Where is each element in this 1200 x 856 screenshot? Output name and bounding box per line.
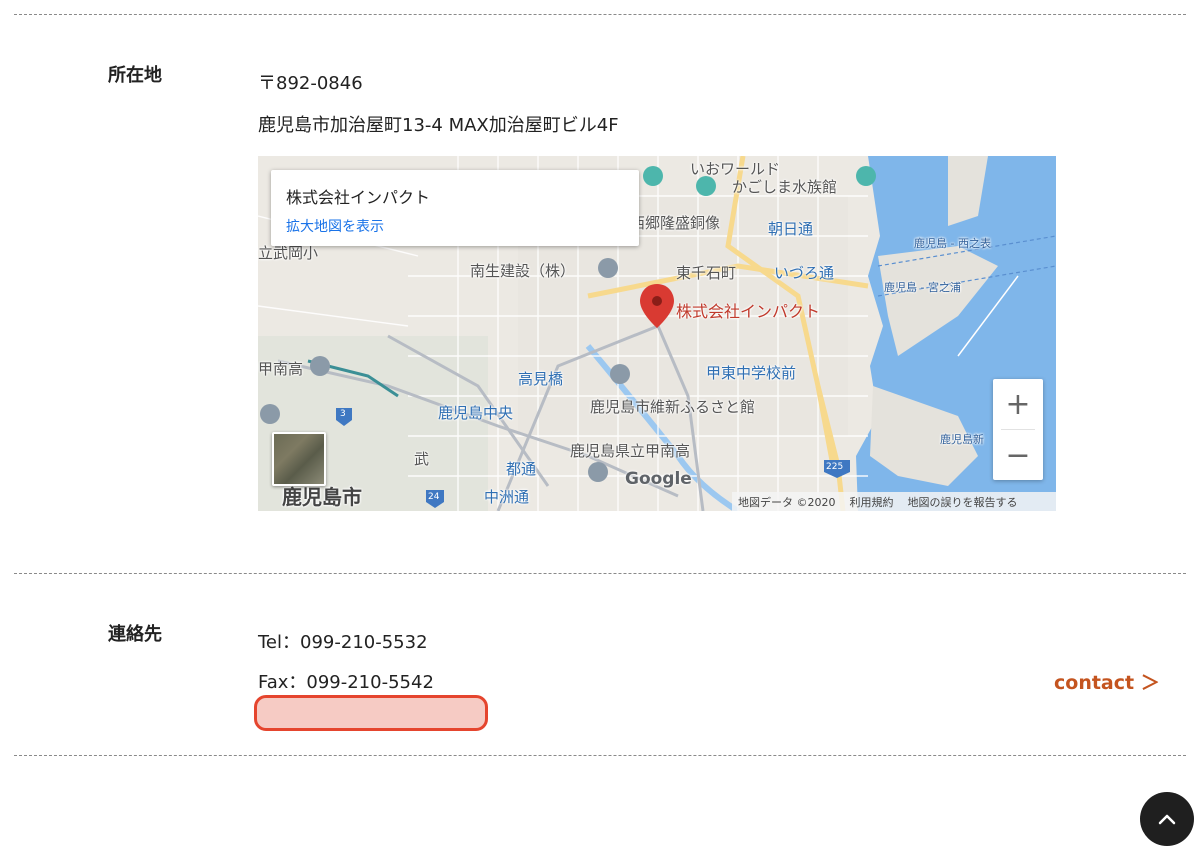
map-label-miyako-dori: 都通 — [506, 460, 537, 478]
map-info-card: 株式会社インパクト 拡大地図を表示 — [271, 170, 639, 246]
address-label: 所在地 — [108, 65, 162, 86]
map-info-title: 株式会社インパクト — [286, 188, 431, 207]
terms-link[interactable]: 利用規約 — [850, 494, 894, 510]
map-attribution-bar: 地図データ ©2020 利用規約 地図の誤りを報告する — [732, 492, 1056, 511]
map-label-kagoshima-shin: 鹿児島新 — [940, 433, 984, 446]
map-label-koto-chugakko: 甲東中学校前 — [706, 364, 797, 382]
map-label-ishin-furusato-kan: 鹿児島市維新ふるさと館 — [590, 398, 756, 416]
contact-link[interactable]: contact ＞ — [1054, 668, 1160, 695]
tel-number: Tel：099-210-5532 — [258, 632, 428, 653]
redacted-field — [254, 695, 488, 731]
company-info-page: 所在地 〒892-0846 鹿児島市加治屋町13-4 MAX加治屋町ビル4F い… — [0, 0, 1200, 856]
map-label-asahi-dori: 朝日通 — [768, 220, 814, 238]
satellite-view-toggle[interactable] — [272, 432, 326, 486]
map-label-aquarium: かごしま水族館 — [732, 178, 838, 196]
map-label-nakasu-dori: 中洲通 — [484, 488, 530, 506]
route-number-24: 24 — [428, 492, 440, 502]
route-number-3: 3 — [340, 409, 346, 419]
view-larger-map-link[interactable]: 拡大地図を表示 — [286, 216, 384, 236]
zoom-in-button[interactable]: + — [993, 379, 1043, 429]
map-data-credit: 地図データ ©2020 — [738, 495, 836, 509]
map-label-take: 武 — [414, 450, 430, 468]
marker-label: 株式会社インパクト — [676, 302, 821, 321]
zoom-controls: + − — [993, 379, 1043, 480]
map-label-konan-high-west: 甲南高 — [258, 360, 304, 378]
back-to-top-button[interactable] — [1140, 792, 1194, 846]
chevron-up-icon — [1158, 814, 1176, 825]
map-label-takamibashi: 高見橋 — [518, 370, 564, 388]
contact-label: 連絡先 — [108, 624, 162, 645]
map-label-nansei-kensetsu: 南生建設（株） — [470, 262, 576, 280]
map-label-kagoshima-chuo: 鹿児島中央 — [438, 404, 514, 422]
map-label-ferry-miyanoura: 鹿児島 - 宮之浦 — [884, 281, 961, 294]
street-address: 鹿児島市加治屋町13-4 MAX加治屋町ビル4F — [258, 115, 619, 136]
fax-number: Fax：099-210-5542 — [258, 672, 434, 693]
map-label-higashisengoku: 東千石町 — [676, 264, 737, 282]
map-label-saigo-statue: 西郷隆盛銅像 — [630, 214, 721, 232]
divider-middle — [14, 573, 1186, 574]
route-number-225: 225 — [826, 462, 844, 472]
divider-bottom — [14, 755, 1186, 756]
report-error-link[interactable]: 地図の誤りを報告する — [908, 494, 1018, 510]
divider-top — [14, 14, 1186, 15]
map-label-konan-high: 鹿児島県立甲南高 — [570, 442, 691, 460]
postal-code: 〒892-0846 — [258, 73, 363, 94]
google-logo: Google — [625, 469, 692, 489]
map-label-izuro-dori: いづろ通 — [774, 264, 835, 282]
map-label-ferry-nishinoomote: 鹿児島 - 西之表 — [914, 237, 991, 250]
zoom-out-button[interactable]: − — [993, 430, 1043, 480]
